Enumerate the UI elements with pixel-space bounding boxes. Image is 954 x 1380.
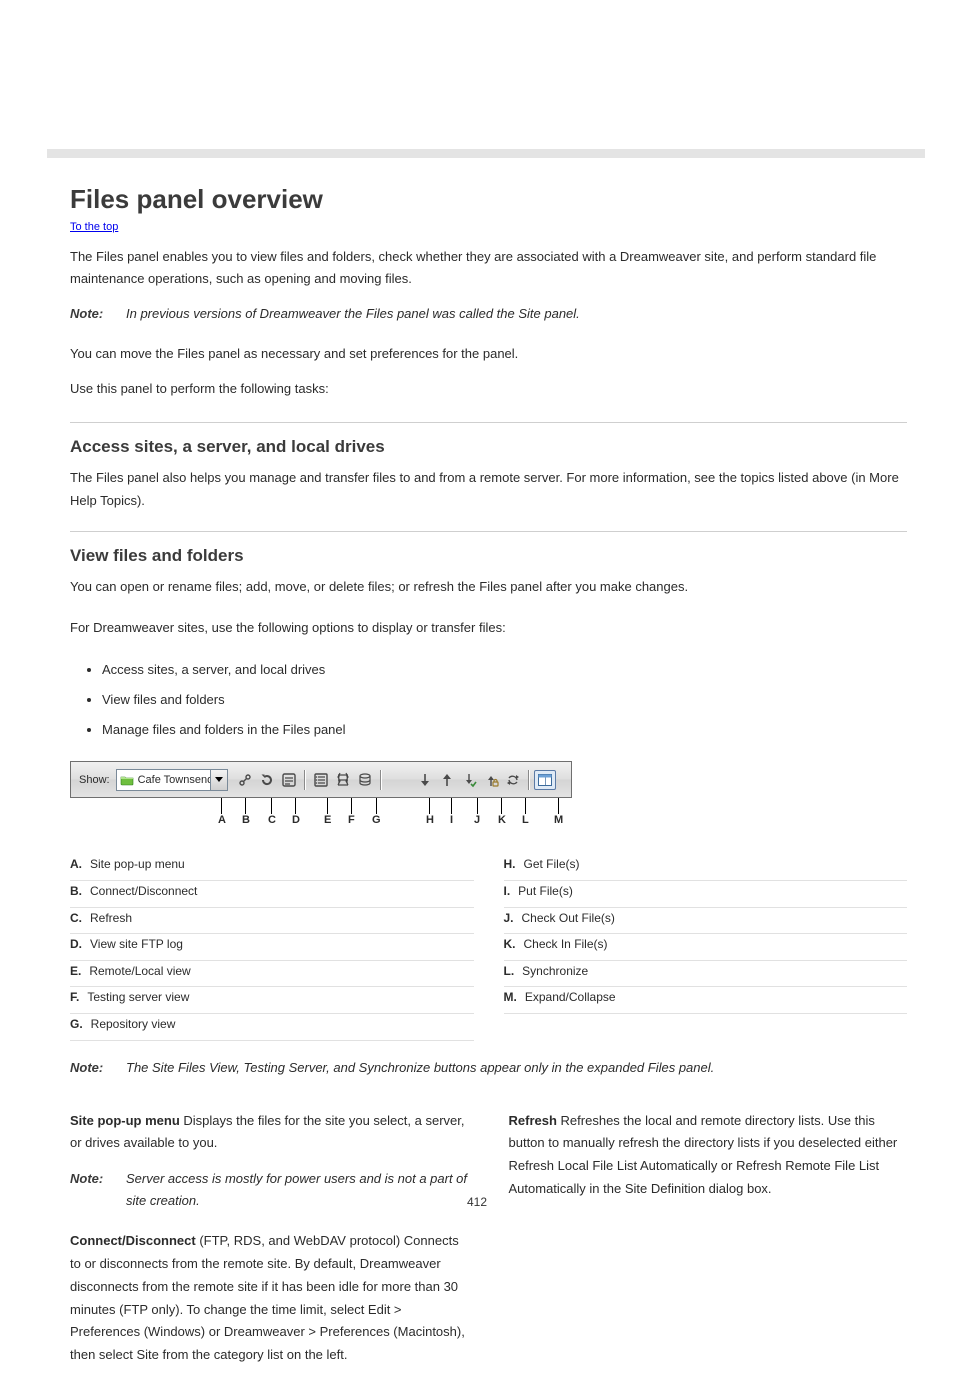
header-grey-bar	[47, 149, 925, 158]
toolbar-legend: A. Site pop-up menu H. Get File(s) B. Conne…	[70, 854, 907, 1040]
toolbar-separator	[376, 769, 386, 791]
callout-K: K	[498, 814, 506, 826]
legend-text: Expand/Collapse	[525, 987, 616, 1009]
section-heading-options: View files and folders	[70, 546, 907, 566]
remote-view-icon[interactable]	[310, 769, 332, 791]
callout-A: A	[218, 814, 226, 826]
put-files-icon[interactable]	[436, 769, 458, 791]
folder-icon	[120, 774, 134, 786]
repository-icon[interactable]	[354, 769, 376, 791]
legend-key: J.	[504, 908, 514, 930]
refresh-icon[interactable]	[256, 769, 278, 791]
def-heading-connect: Connect/Disconnect	[70, 1233, 196, 1248]
bullet-item: View files and folders	[102, 687, 907, 713]
def-heading-refresh: Refresh	[509, 1113, 557, 1128]
connect-icon[interactable]	[234, 769, 256, 791]
callout-G: G	[372, 814, 381, 826]
breadcrumb-link[interactable]: To the top	[70, 221, 118, 233]
expand-collapse-icon[interactable]	[534, 770, 556, 790]
bullet-item: Manage files and folders in the Files pa…	[102, 717, 907, 743]
checkin-files-icon[interactable]	[480, 769, 502, 791]
legend-text: Repository view	[91, 1014, 176, 1036]
callout-J: J	[474, 814, 480, 826]
chevron-down-icon[interactable]	[210, 770, 227, 790]
intro-paragraph-1: The Files panel enables you to view file…	[70, 246, 907, 290]
callout-F: F	[348, 814, 355, 826]
callout-B: B	[242, 814, 250, 826]
legend-text: Get File(s)	[524, 854, 580, 876]
legend-text: Site pop-up menu	[90, 854, 185, 876]
toolbar-separator	[300, 769, 310, 791]
note-label: Note:	[70, 1057, 126, 1079]
legend-text: Connect/Disconnect	[90, 881, 197, 903]
legend-key: F.	[70, 987, 79, 1009]
section-heading-access: Access sites, a server, and local drives	[70, 437, 907, 457]
legend-text: Synchronize	[522, 961, 588, 983]
legend-text: Put File(s)	[518, 881, 573, 903]
intro-paragraph-2a: You can move the Files panel as necessar…	[70, 343, 907, 365]
callout-L: L	[522, 814, 529, 826]
def-heading-site-popup: Site pop-up menu	[70, 1113, 180, 1128]
legend-key: H.	[504, 854, 516, 876]
callout-C: C	[268, 814, 276, 826]
callout-D: D	[292, 814, 300, 826]
callout-I: I	[450, 814, 453, 826]
note-body: The Site Files View, Testing Server, and…	[126, 1057, 907, 1079]
page-title: Files panel overview	[70, 184, 907, 215]
legend-key: G.	[70, 1014, 83, 1036]
files-panel-toolbar: Show: Cafe Townsend	[70, 761, 572, 798]
legend-text: Testing server view	[87, 987, 189, 1009]
def-body-refresh: Refreshes the local and remote directory…	[509, 1113, 898, 1196]
intro-paragraph-2b: Use this panel to perform the following …	[70, 378, 907, 400]
ftp-log-icon[interactable]	[278, 769, 300, 791]
section-body-after: For Dreamweaver sites, use the following…	[70, 617, 907, 640]
site-popup-menu[interactable]: Cafe Townsend	[116, 769, 228, 791]
callout-E: E	[324, 814, 331, 826]
section-body-access: The Files panel also helps you manage an…	[70, 467, 907, 513]
legend-text: Check Out File(s)	[522, 908, 615, 930]
legend-key: L.	[504, 961, 515, 983]
bullet-list: Access sites, a server, and local drives…	[80, 657, 907, 743]
callout-M: M	[554, 814, 563, 826]
toolbar-separator	[524, 769, 534, 791]
legend-key: B.	[70, 881, 82, 903]
legend-key: I.	[504, 881, 511, 903]
legend-key: C.	[70, 908, 82, 930]
get-files-icon[interactable]	[414, 769, 436, 791]
section-body-options: You can open or rename files; add, move,…	[70, 576, 907, 599]
page-number: 412	[0, 1195, 954, 1209]
legend-key: M.	[504, 987, 517, 1009]
note-body: In previous versions of Dreamweaver the …	[126, 303, 907, 325]
checkout-files-icon[interactable]	[458, 769, 480, 791]
def-body-connect: (FTP, RDS, and WebDAV protocol) Connects…	[70, 1233, 465, 1362]
legend-text: Check In File(s)	[524, 934, 608, 956]
breadcrumb: To the top	[70, 221, 907, 233]
testing-server-icon[interactable]	[332, 769, 354, 791]
legend-key: E.	[70, 961, 81, 983]
definitions: Site pop-up menu Displays the files for …	[70, 1097, 907, 1380]
callout-H: H	[426, 814, 434, 826]
legend-key: A.	[70, 854, 82, 876]
legend-text: View site FTP log	[90, 934, 183, 956]
legend-key: K.	[504, 934, 516, 956]
toolbar-figure: Show: Cafe Townsend	[70, 761, 907, 838]
bullet-item: Access sites, a server, and local drives	[102, 657, 907, 683]
show-label: Show:	[79, 774, 110, 786]
legend-text: Remote/Local view	[89, 961, 190, 983]
legend-key: D.	[70, 934, 82, 956]
legend-text: Refresh	[90, 908, 132, 930]
site-popup-value: Cafe Townsend	[138, 774, 214, 786]
section-divider	[70, 531, 907, 532]
note-label: Note:	[70, 303, 126, 325]
section-divider	[70, 422, 907, 423]
toolbar-callouts: A B C D E F G H I J K L M	[70, 798, 570, 838]
synchronize-icon[interactable]	[502, 769, 524, 791]
